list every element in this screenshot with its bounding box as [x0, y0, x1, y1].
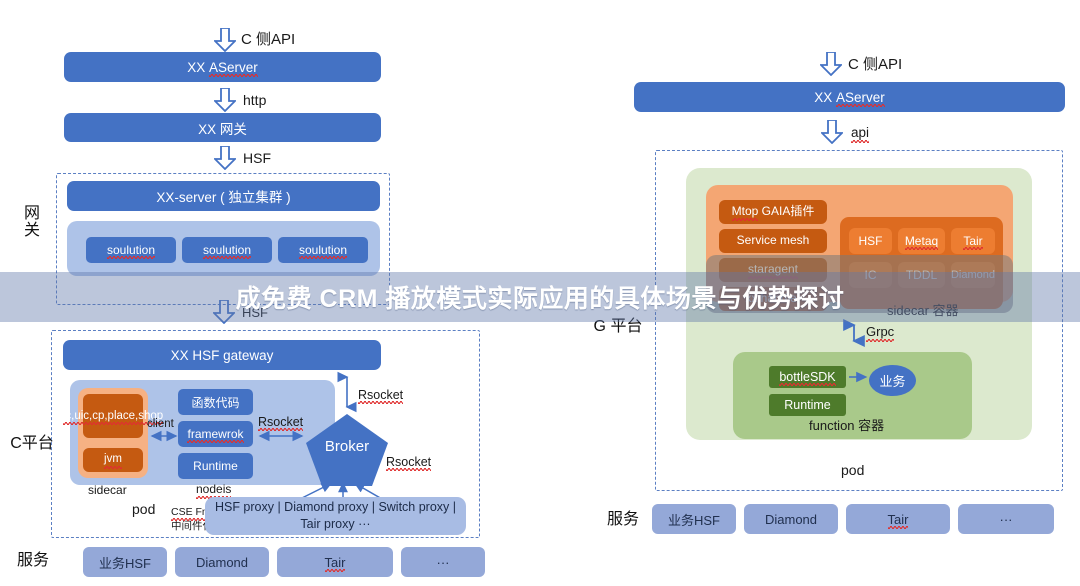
box-business: 业务 — [869, 365, 916, 396]
service-box-left-4: ··· — [401, 547, 485, 577]
box-mw-hsf: HSF — [849, 228, 892, 254]
arrow-client — [148, 430, 180, 442]
row-label-gateway: 网 关 — [23, 205, 40, 240]
box-mw-tair: Tair — [951, 228, 995, 254]
box-xx-aserver-left: XX AServer — [64, 52, 381, 82]
arrow-c-api-left — [214, 28, 236, 52]
box-sidecar-apps: lc,uic,cp,place,shop — [62, 394, 164, 438]
box-jvm: jvm — [83, 448, 143, 472]
label-pod-right: pod — [841, 462, 865, 478]
arrow-rsocket-horizontal — [256, 430, 306, 442]
label-hsf-mid-left: HSF — [242, 305, 268, 320]
label-function-container: function 容器 — [809, 418, 885, 433]
box-runtime-left: Runtime — [178, 453, 253, 479]
box-mw-metaq: Metaq — [898, 228, 945, 254]
label-sidecar-right: sidecar 容器 — [887, 303, 959, 318]
box-xx-aserver-right: XX AServer — [634, 82, 1065, 112]
diagram-canvas: 网 关 C平台 服务 C 侧API XX AServer http XX 网关 … — [0, 0, 1080, 586]
box-fn-code: 函数代码 — [178, 389, 253, 415]
label-rsocket-3: Rsocket — [386, 455, 432, 472]
arrow-http-left — [214, 88, 236, 112]
label-rsocket-1: Rsocket — [358, 388, 404, 405]
service-box-right-1: 业务HSF — [652, 504, 736, 534]
label-http-left: http — [243, 92, 267, 108]
box-service-mesh: Service mesh — [719, 229, 827, 253]
label-pod-left: pod — [132, 501, 156, 517]
row-label-g-platform: G 平台 — [593, 318, 643, 335]
text-aserver-left: AServer — [208, 59, 258, 77]
box-xx-server: XX-server ( 独立集群 ) — [67, 181, 380, 211]
service-box-right-4: ··· — [958, 504, 1054, 534]
label-grpc: Grpc — [866, 324, 895, 342]
box-bottle-sdk: bottleSDK — [769, 366, 846, 388]
box-soulution-3: soulution — [278, 237, 368, 263]
arrow-sdk-to-business — [848, 371, 870, 383]
arrow-api-right — [821, 120, 843, 144]
label-client: client — [147, 418, 174, 430]
box-mtop-gaia: Mtop GAIA插件 — [719, 200, 827, 224]
box-framewrok: framewrok — [178, 421, 253, 447]
label-broker: Broker — [324, 438, 370, 455]
box-soulution-1: soulution — [86, 237, 176, 263]
label-c-api-right: C 侧API — [848, 56, 903, 73]
arrow-c-api-right — [820, 52, 842, 76]
service-box-left-2: Diamond — [175, 547, 269, 577]
label-api-right: api — [851, 125, 870, 142]
arrow-hsf-top-left — [214, 146, 236, 170]
row-label-service-left: 服务 — [16, 552, 49, 569]
box-proxy-bar: HSF proxy | Diamond proxy | Switch proxy… — [205, 497, 466, 535]
row-label-service-right: 服务 — [606, 511, 639, 528]
service-box-left-3: Tair — [277, 547, 393, 577]
arrow-grpc — [843, 319, 865, 347]
arrow-hsf-mid-left — [213, 300, 235, 324]
box-hsf-gateway: XX HSF gateway — [63, 340, 381, 370]
overlay-sidecar-dim — [706, 255, 1013, 313]
label-sidecar-left: sidecar — [88, 483, 127, 497]
service-box-left-1: 业务HSF — [83, 547, 167, 577]
label-c-api-left: C 侧API — [241, 31, 296, 48]
box-xx-gateway-left: XX 网关 — [64, 113, 381, 142]
label-rsocket-2: Rsocket — [258, 415, 304, 432]
box-soulution-2: soulution — [182, 237, 272, 263]
label-nodeis: nodeis — [196, 482, 232, 499]
service-box-right-2: Diamond — [744, 504, 838, 534]
label-hsf-top-left: HSF — [243, 150, 271, 166]
box-runtime-right: Runtime — [769, 394, 846, 416]
arrow-rsocket-vertical — [337, 371, 357, 413]
service-box-right-3: Tair — [846, 504, 950, 534]
